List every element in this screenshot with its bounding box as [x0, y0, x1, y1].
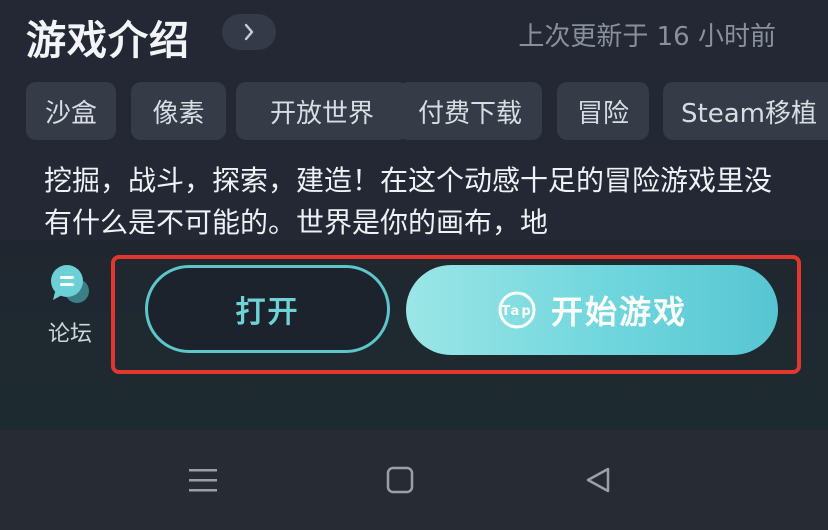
tag-item[interactable]: 沙盒: [26, 82, 116, 140]
system-nav-bar: [0, 430, 828, 530]
forum-label: 论坛: [47, 322, 92, 347]
page-title: 游戏介绍: [26, 18, 190, 64]
start-game-label: 开始游戏: [550, 293, 687, 331]
forum-button[interactable]: 论坛: [40, 262, 100, 348]
nav-back-button[interactable]: [568, 430, 628, 530]
updated-time: 上次更新于 16 小时前: [518, 22, 776, 52]
tag-item[interactable]: Steam移植: [663, 82, 828, 140]
start-game-button[interactable]: Tap 开始游戏: [406, 265, 778, 355]
tag-list: 沙盒 像素 开放世界 付费下载 冒险 Steam移植: [26, 82, 828, 140]
more-button[interactable]: [222, 14, 276, 50]
triangle-back-icon: [586, 467, 610, 493]
menu-icon: [189, 469, 217, 492]
tag-item[interactable]: 冒险: [557, 82, 649, 140]
chevron-right-icon: [244, 23, 254, 41]
tag-item[interactable]: 像素: [131, 82, 226, 140]
nav-home-button[interactable]: [370, 430, 430, 530]
tag-item[interactable]: 付费下载: [398, 82, 542, 140]
square-home-icon: [386, 466, 414, 494]
nav-menu-button[interactable]: [173, 430, 233, 530]
game-description: 挖掘，战斗，探索，建造！在这个动感十足的冒险游戏里没有什么是不可能的。世界是你的…: [44, 164, 773, 239]
chat-bubble-icon: [51, 265, 89, 303]
tag-item[interactable]: 开放世界: [236, 82, 408, 140]
svg-text:Tap: Tap: [501, 304, 532, 319]
tap-logo-icon: Tap: [498, 291, 536, 329]
open-button[interactable]: 打开: [145, 265, 390, 353]
